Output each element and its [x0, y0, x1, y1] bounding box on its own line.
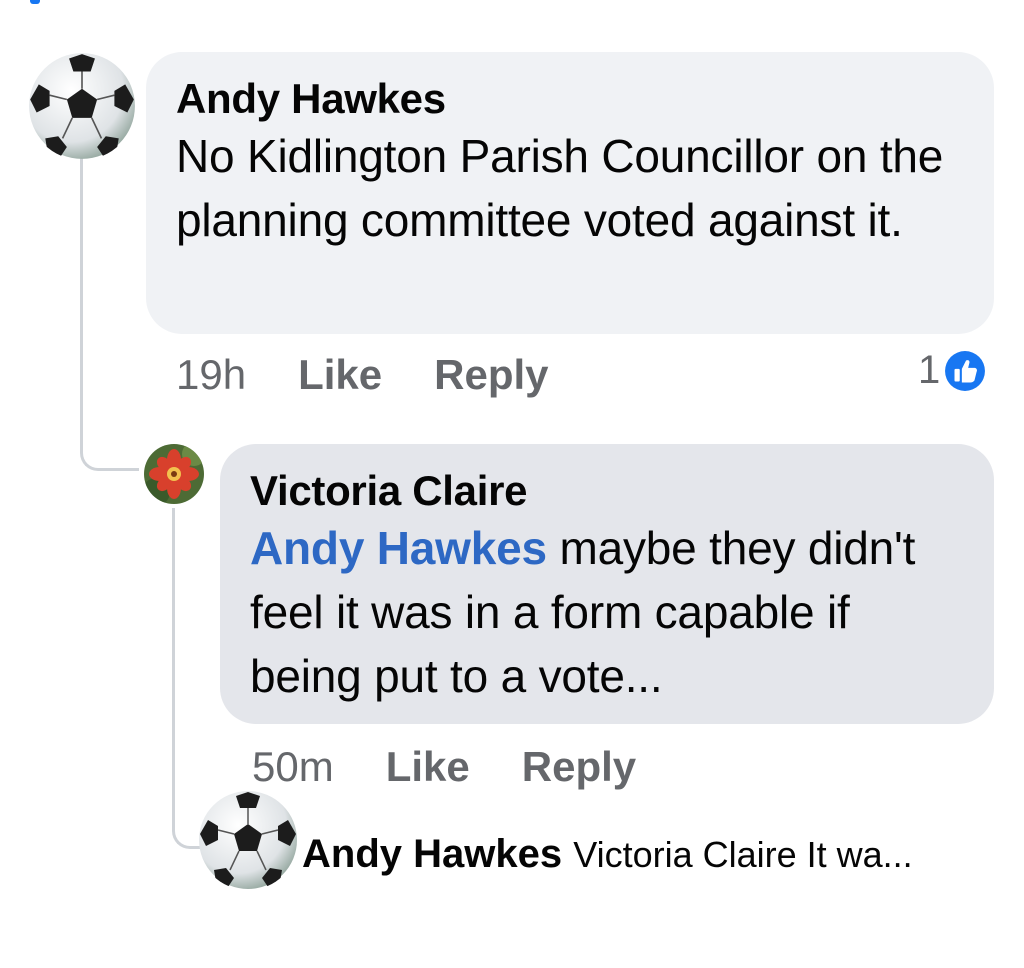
reply-button[interactable]: Reply [434, 350, 548, 400]
avatar[interactable] [198, 790, 298, 890]
comment-text: No Kidlington Parish Councillor on the p… [176, 130, 944, 246]
avatar[interactable] [28, 52, 136, 160]
comment-actions: 19h Like Reply [176, 350, 601, 400]
comment-author[interactable]: Victoria Claire [250, 466, 964, 516]
soccer-ball-icon [199, 791, 297, 889]
reaction-count: 1 [918, 348, 941, 392]
like-icon [945, 350, 986, 391]
comment-bubble: Andy Hawkes No Kidlington Parish Council… [146, 52, 994, 334]
comment-timestamp[interactable]: 19h [176, 350, 246, 400]
comment-timestamp[interactable]: 50m [252, 742, 334, 792]
mention-link[interactable]: Andy Hawkes [250, 522, 547, 574]
top-accent-mark [30, 0, 40, 4]
collapsed-reply[interactable]: Andy Hawkes Victoria Claire It wa... [302, 830, 913, 879]
comment-author[interactable]: Andy Hawkes [176, 74, 964, 124]
reaction-summary[interactable]: 1 [918, 348, 986, 393]
like-button[interactable]: Like [386, 742, 470, 792]
reply-author[interactable]: Andy Hawkes [302, 832, 562, 876]
thread-line [172, 508, 211, 849]
like-button[interactable]: Like [298, 350, 382, 400]
comment-actions: 50m Like Reply [252, 742, 688, 792]
soccer-ball-icon [29, 53, 135, 159]
comment-bubble: Victoria Claire Andy Hawkes maybe they d… [220, 444, 994, 724]
reply-button[interactable]: Reply [522, 742, 636, 792]
comment-text: Andy Hawkes maybe they didn't feel it wa… [250, 516, 964, 708]
thread-line [80, 150, 139, 471]
reply-snippet: Victoria Claire It wa... [573, 834, 913, 875]
avatar[interactable] [144, 444, 204, 504]
red-flower-icon [144, 444, 204, 504]
